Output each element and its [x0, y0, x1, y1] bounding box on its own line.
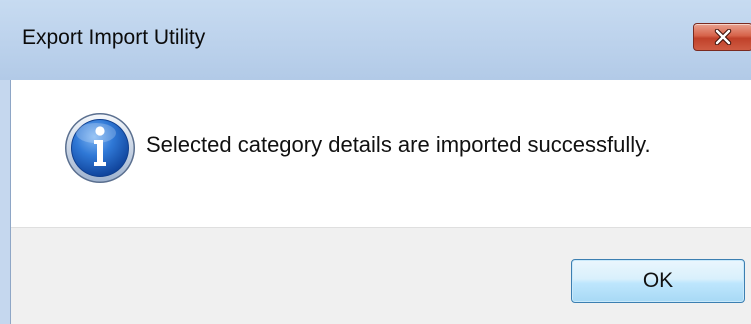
title-bar[interactable]: Export Import Utility [0, 0, 751, 80]
dialog-message: Selected category details are imported s… [146, 132, 651, 157]
dialog-body: Selected category details are imported s… [10, 80, 751, 324]
window-title: Export Import Utility [22, 26, 206, 49]
close-icon [714, 29, 732, 45]
button-bar: OK [11, 227, 751, 324]
message-area: Selected category details are imported s… [11, 80, 751, 227]
message-dialog-window: Export Import Utility Selected category … [0, 0, 751, 324]
ok-button[interactable]: OK [571, 259, 745, 303]
information-icon [65, 113, 135, 183]
close-button[interactable] [693, 23, 751, 51]
